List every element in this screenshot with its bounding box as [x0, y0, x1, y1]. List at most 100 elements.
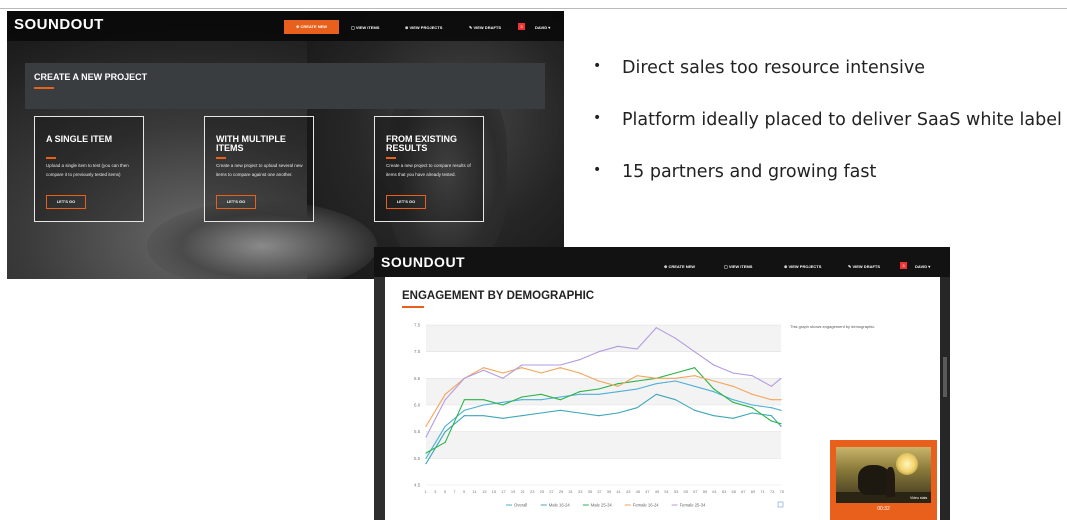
video-label: Video stats [910, 496, 928, 500]
series-point [598, 351, 600, 353]
series-point [751, 393, 753, 395]
series-point [694, 367, 696, 369]
series-point [732, 372, 734, 374]
x-tick-label: 13 [482, 489, 487, 494]
nav-view-items[interactable]: ▢ VIEW ITEMS [724, 264, 752, 269]
card-existing-results[interactable]: FROM EXISTING RESULTS Create a new proje… [374, 116, 484, 222]
series-point [655, 383, 657, 385]
x-tick-label: 53 [674, 489, 679, 494]
video-duration: 00:32 [877, 506, 890, 512]
series-point [636, 380, 638, 382]
video-frame[interactable]: Video stats [836, 447, 931, 503]
series-point [425, 463, 427, 465]
series-point [674, 372, 677, 374]
nav-view-projects[interactable]: ⊛ VIEW PROJECTS [405, 25, 442, 30]
grid-band [426, 431, 781, 459]
card-title: A SINGLE ITEM [46, 134, 113, 144]
series-point [540, 364, 542, 366]
x-tick-label: 25 [540, 489, 545, 494]
create-new-button[interactable]: ⊕ CREATE NEW [284, 20, 339, 34]
series-point [751, 412, 753, 414]
series-point [425, 452, 427, 454]
series-point [425, 436, 427, 438]
series-point [578, 372, 581, 374]
series-point [578, 393, 581, 395]
series-point [617, 412, 619, 414]
y-tick-label: 6.5 [414, 376, 421, 381]
user-menu[interactable]: DAVID ▾ [535, 25, 550, 30]
x-tick-label: 47 [645, 489, 650, 494]
x-tick-label: 49 [655, 489, 660, 494]
series-point [780, 409, 782, 411]
lets-go-button[interactable]: LET'S GO [46, 195, 86, 209]
series-point [502, 401, 504, 403]
series-point [598, 415, 600, 417]
series-point [770, 420, 773, 422]
series-point [732, 385, 734, 387]
series-point [780, 399, 782, 401]
card-description: Upload a single item to test (you can th… [46, 163, 129, 177]
soundout-logo[interactable]: SOUNDOUT [14, 16, 104, 33]
card-single-item[interactable]: A SINGLE ITEM Upload a single item to te… [34, 116, 144, 222]
grid-band [426, 325, 781, 352]
series-point [559, 409, 561, 411]
series-point [463, 377, 465, 379]
lets-go-button[interactable]: LET'S GO [216, 195, 256, 209]
series-point [463, 409, 465, 411]
x-tick-label: 39 [607, 489, 612, 494]
legend-label: Female 25-34 [680, 503, 707, 508]
series-point [540, 412, 542, 414]
x-tick-label: 21 [520, 489, 525, 494]
series-point [617, 391, 619, 393]
series-point [463, 399, 465, 401]
nav-view-items[interactable]: ▢ VIEW ITEMS [351, 25, 379, 30]
video-preview[interactable]: Video stats 00:32 [830, 440, 937, 520]
create-new-label: CREATE NEW [300, 24, 328, 29]
series-point [780, 423, 782, 425]
card-multiple-items[interactable]: WITH MULTIPLE ITEMS Create a new project… [204, 116, 314, 222]
x-tick-label: 29 [559, 489, 564, 494]
nav-create-new-label: CREATE NEW [668, 264, 696, 269]
scrollbar[interactable] [940, 277, 950, 520]
series-point [598, 380, 600, 382]
notification-badge[interactable]: 3 [900, 262, 907, 269]
series-point [713, 388, 715, 390]
x-tick-label: 73 [770, 489, 775, 494]
logo-text: SOUNDOUT [14, 16, 104, 33]
series-point [751, 407, 753, 409]
series-point [713, 364, 715, 366]
series-point [444, 393, 446, 395]
series-point [636, 348, 638, 350]
nav-view-drafts[interactable]: ✎ VIEW DRAFTS [469, 25, 501, 30]
bullet-dot-icon: • [593, 58, 602, 74]
series-point [578, 391, 581, 393]
series-point [521, 415, 523, 417]
x-tick-label: 31 [568, 489, 573, 494]
logo-text: SOUNDOUT [381, 254, 466, 270]
series-point [751, 404, 753, 406]
nav-view-projects[interactable]: ⊛ VIEW PROJECTS [784, 264, 821, 269]
lets-go-button[interactable]: LET'S GO [386, 195, 426, 209]
soundout-logo[interactable]: SOUNDOUT [381, 254, 465, 270]
slide: SOUNDOUT ⊕ CREATE NEW ▢ VIEW ITEMS ⊛ VIE… [0, 0, 1067, 520]
series-point [578, 359, 581, 361]
nav-view-drafts-label: VIEW DRAFTS [852, 264, 881, 269]
series-point [521, 367, 523, 369]
create-project-panel: CREATE A NEW PROJECT [25, 63, 545, 109]
series-point [655, 393, 657, 395]
series-point [540, 372, 542, 374]
y-tick-label: 4.5 [414, 483, 421, 488]
nav-create-new[interactable]: ⊕ CREATE NEW [664, 264, 695, 269]
series-point [713, 391, 715, 393]
series-point [521, 364, 523, 366]
series-point [655, 377, 657, 379]
x-tick-label: 37 [597, 489, 602, 494]
x-tick-label: 9 [463, 489, 466, 494]
series-point [674, 399, 677, 401]
nav-view-drafts[interactable]: ✎ VIEW DRAFTS [848, 264, 880, 269]
bullet-dot-icon: • [593, 162, 602, 178]
scrollbar-thumb[interactable] [943, 357, 947, 397]
bullet-item: • Platform ideally placed to deliver Saa… [593, 110, 1063, 132]
notification-badge[interactable]: 3 [518, 23, 525, 30]
user-menu[interactable]: DAVID ▾ [915, 264, 930, 269]
